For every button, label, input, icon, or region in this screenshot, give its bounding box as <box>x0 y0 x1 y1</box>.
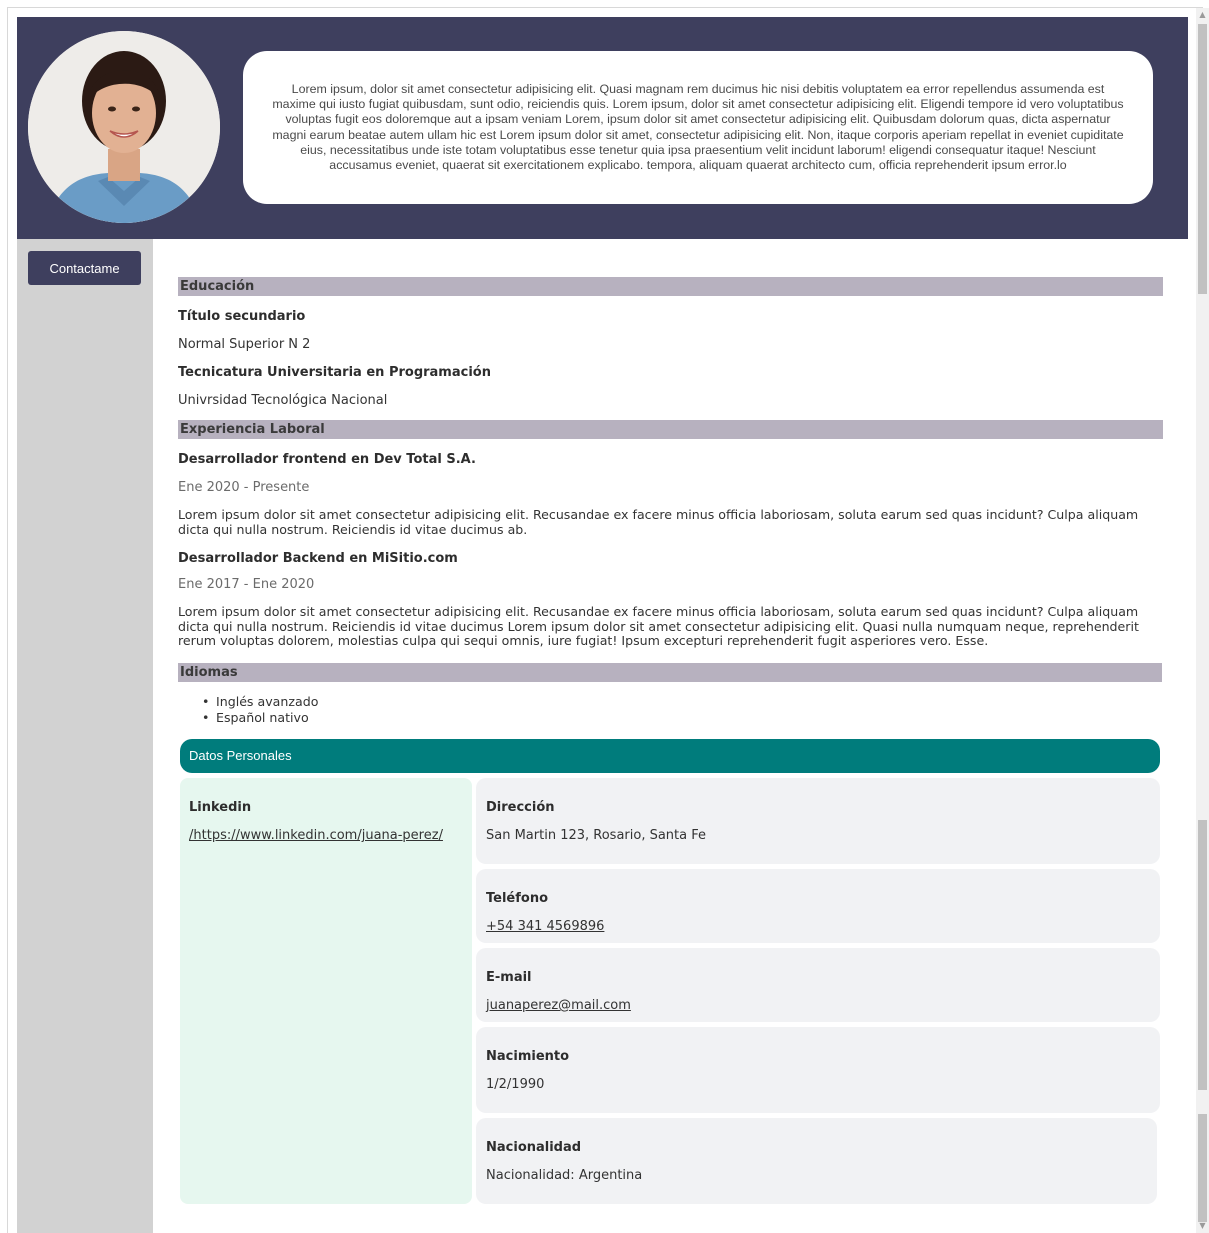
experience-title-1: Desarrollador frontend en Dev Total S.A. <box>178 452 476 467</box>
phone-link[interactable]: +54 341 4569896 <box>486 919 604 934</box>
scroll-thumb[interactable] <box>1198 820 1207 1090</box>
page-scrollbar[interactable]: ▲ ▼ <box>1196 8 1209 1233</box>
intro-text: Lorem ipsum, dolor sit amet consectetur … <box>272 81 1124 173</box>
address-label: Dirección <box>486 800 555 815</box>
education-place-2: Univrsidad Tecnológica Nacional <box>178 393 388 408</box>
email-label: E-mail <box>486 970 532 985</box>
address-card: Dirección San Martin 123, Rosario, Santa… <box>476 778 1160 864</box>
contact-button[interactable]: Contactame <box>28 251 141 285</box>
email-link[interactable]: juanaperez@mail.com <box>486 998 631 1013</box>
list-item: Inglés avanzado <box>200 694 318 710</box>
birth-card: Nacimiento 1/2/1990 <box>476 1027 1160 1113</box>
address-value: San Martin 123, Rosario, Santa Fe <box>486 828 707 843</box>
education-title-1: Título secundario <box>178 309 306 324</box>
experience-title-2: Desarrollador Backend en MiSitio.com <box>178 551 458 566</box>
birth-label: Nacimiento <box>486 1049 570 1064</box>
profile-header: Lorem ipsum, dolor sit amet consectetur … <box>17 17 1188 239</box>
phone-card: Teléfono +54 341 4569896 <box>476 869 1160 943</box>
nationality-value: Nacionalidad: Argentina <box>486 1168 643 1183</box>
nationality-card: Nacionalidad Nacionalidad: Argentina <box>476 1118 1157 1204</box>
experience-period-1: Ene 2020 - Presente <box>178 480 310 495</box>
experience-heading: Experiencia Laboral <box>178 420 1163 439</box>
birth-value: 1/2/1990 <box>486 1077 545 1092</box>
experience-description-2: Lorem ipsum dolor sit amet consectetur a… <box>178 604 1139 648</box>
experience-period-2: Ene 2017 - Ene 2020 <box>178 577 315 592</box>
scroll-thumb[interactable] <box>1198 1114 1207 1222</box>
sidebar: Contactame <box>17 239 153 1233</box>
linkedin-link[interactable]: /https://www.linkedin.com/juana-perez/ <box>189 828 443 843</box>
languages-list: Inglés avanzado Español nativo <box>200 694 318 725</box>
phone-label: Teléfono <box>486 891 549 906</box>
list-item: Español nativo <box>200 710 318 726</box>
languages-heading: Idiomas <box>178 663 1162 682</box>
scroll-thumb[interactable] <box>1198 24 1207 294</box>
scroll-down-icon[interactable]: ▼ <box>1196 1219 1209 1233</box>
personal-data-heading: Datos Personales <box>180 739 1160 773</box>
intro-card: Lorem ipsum, dolor sit amet consectetur … <box>243 51 1153 204</box>
experience-description-1: Lorem ipsum dolor sit amet consectetur a… <box>178 507 1139 537</box>
education-place-1: Normal Superior N 2 <box>178 337 311 352</box>
scroll-up-icon[interactable]: ▲ <box>1196 8 1209 22</box>
education-title-2: Tecnicatura Universitaria en Programació… <box>178 365 491 380</box>
email-card: E-mail juanaperez@mail.com <box>476 948 1160 1022</box>
linkedin-card: Linkedin /https://www.linkedin.com/juana… <box>180 778 472 1204</box>
profile-photo <box>28 31 220 223</box>
nationality-label: Nacionalidad <box>486 1140 582 1155</box>
education-heading: Educación <box>178 277 1163 296</box>
linkedin-label: Linkedin <box>189 800 252 815</box>
